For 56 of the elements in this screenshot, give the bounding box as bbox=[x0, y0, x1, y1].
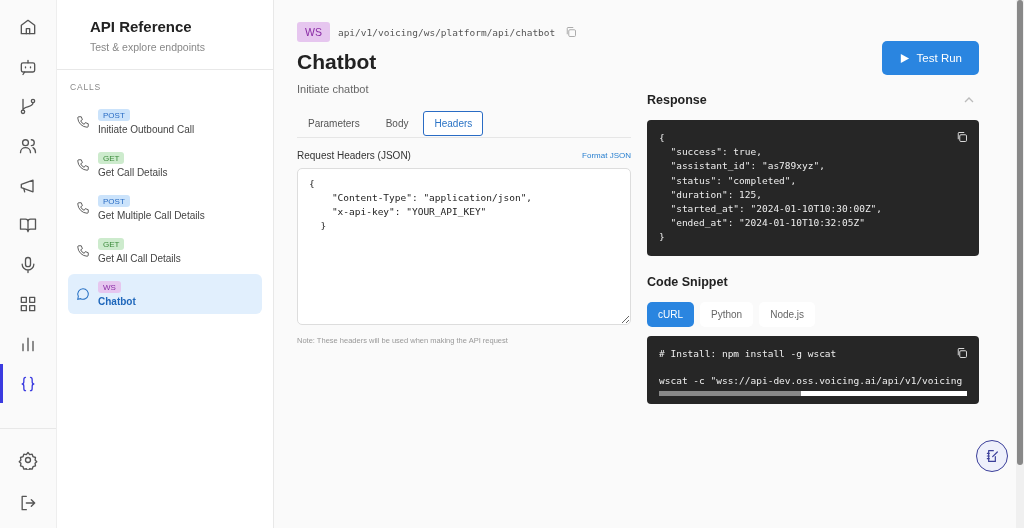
scrollbar[interactable] bbox=[1016, 0, 1024, 528]
copy-icon[interactable] bbox=[956, 346, 968, 359]
endpoint-label: Get Call Details bbox=[98, 167, 168, 178]
endpoint-item[interactable]: POST Get Multiple Call Details bbox=[68, 188, 262, 228]
chat-icon bbox=[76, 287, 90, 301]
tab[interactable]: Parameters bbox=[297, 111, 371, 136]
code-line: "assistant_id": "as789xyz", bbox=[669, 159, 825, 174]
language-tab[interactable]: cURL bbox=[647, 301, 694, 327]
code-line: # Install: npm install -g wscat bbox=[659, 346, 837, 361]
endpoint-label: Initiate Outbound Call bbox=[98, 124, 195, 135]
endpoint-label: Get All Call Details bbox=[98, 253, 181, 264]
notes-button[interactable] bbox=[976, 440, 1008, 472]
code-line: "duration": 125, bbox=[669, 187, 762, 202]
tab[interactable]: Headers bbox=[423, 111, 484, 136]
code-line: "success": true, bbox=[669, 145, 762, 160]
headers-input-field[interactable]: { "Content-Type": "application/json", "x-api-key": "YOUR_API_KEY" } bbox=[297, 168, 631, 325]
endpoint-item[interactable]: WS Chatbot bbox=[68, 274, 262, 314]
endpoint-item[interactable]: GET Get All Call Details bbox=[68, 231, 262, 271]
sidebar-title: API Reference bbox=[90, 18, 193, 35]
scrollbar[interactable] bbox=[659, 391, 967, 397]
endpoint-item[interactable]: GET Get Call Details bbox=[68, 145, 262, 185]
endpoint-description: Initiate chatbot bbox=[297, 83, 370, 95]
response-heading: Response bbox=[647, 93, 707, 107]
code-line: { bbox=[659, 131, 665, 145]
endpoint-label: Chatbot bbox=[98, 296, 136, 307]
phone-icon bbox=[76, 244, 90, 258]
play-icon bbox=[898, 52, 910, 64]
code-line: "ended_at": "2024-01-10T10:32:05Z" bbox=[669, 216, 865, 231]
phone-icon bbox=[76, 158, 90, 172]
phone-icon bbox=[76, 201, 90, 215]
test-run-button[interactable]: Test Run bbox=[881, 41, 979, 75]
notebook-pen-icon bbox=[984, 448, 1000, 464]
phone-icon bbox=[76, 115, 90, 129]
language-tab[interactable]: Node.js bbox=[759, 301, 816, 327]
section-label: CALLS bbox=[70, 82, 102, 92]
endpoint-label: Get Multiple Call Details bbox=[98, 210, 205, 221]
method-badge: WS bbox=[98, 281, 121, 293]
language-tab[interactable]: Python bbox=[700, 301, 754, 327]
code-snippet-heading: Code Snippet bbox=[647, 274, 729, 289]
copy-icon[interactable] bbox=[956, 131, 968, 143]
endpoint-path: api/v1/voicing/ws/platform/api/chatbot bbox=[337, 26, 556, 38]
method-badge: POST bbox=[98, 109, 130, 121]
field-label: Request Headers (JSON) bbox=[297, 150, 411, 161]
code-line: } bbox=[659, 230, 665, 245]
tab[interactable]: Body bbox=[374, 111, 420, 136]
format-json-link[interactable]: Format JSON bbox=[582, 151, 631, 160]
method-badge: POST bbox=[98, 195, 130, 207]
method-badge: GET bbox=[98, 238, 125, 250]
method-badge: GET bbox=[98, 152, 125, 164]
method-badge: WS bbox=[297, 22, 330, 42]
code-line: "started_at": "2024-01-10T10:30:00Z", bbox=[669, 202, 883, 216]
endpoint-title: Chatbot bbox=[297, 50, 378, 74]
code-line: wscat -c "wss://api-dev.oss.voicing.ai/api/v1/voicing bbox=[659, 373, 963, 388]
code-line: "status": "completed", bbox=[669, 173, 797, 188]
sidebar-subtitle: Test & explore endpoints bbox=[90, 41, 206, 53]
endpoint-item[interactable]: POST Initiate Outbound Call bbox=[68, 102, 262, 142]
